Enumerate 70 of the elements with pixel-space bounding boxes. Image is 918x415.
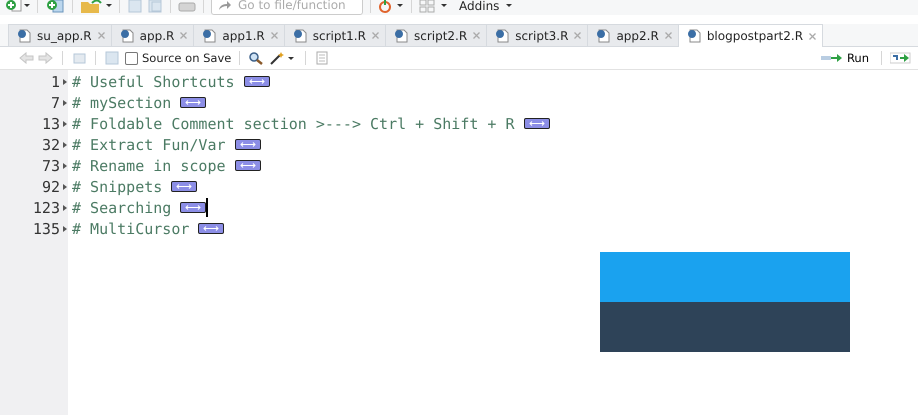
r-file-icon (120, 28, 134, 42)
fold-marker-icon[interactable] (524, 118, 550, 129)
tab-label: script1.R (312, 28, 366, 42)
code-comment: # Useful Shortcuts (72, 72, 235, 90)
tab-label: app1.R (222, 28, 265, 42)
tab-label: script3.R (515, 28, 568, 42)
tab-label: script2.R (414, 28, 468, 42)
code-comment: # mySection (72, 94, 172, 112)
rerun-icon[interactable] (890, 52, 912, 64)
code-comment: # Rename in scope (72, 156, 226, 174)
file-tab[interactable]: script3.R (486, 24, 588, 46)
line-number: 1 (50, 72, 60, 90)
file-tab[interactable]: su_app.R (8, 24, 112, 46)
code-comment: # MultiCursor (72, 220, 190, 238)
search-icon[interactable] (248, 51, 264, 65)
fold-arrow-icon[interactable] (63, 100, 67, 106)
tab-label: blogpostpart2.R (706, 29, 804, 43)
fold-marker-icon[interactable] (244, 76, 270, 87)
fold-arrow-icon[interactable] (63, 162, 67, 168)
r-file-icon (292, 28, 307, 42)
tab-label: su_app.R (37, 28, 92, 42)
r-file-icon (202, 28, 216, 42)
code-comment: # Extract Fun/Var (72, 136, 226, 154)
fold-marker-icon[interactable] (171, 181, 198, 192)
go-to-file-field[interactable]: Go to file/function (211, 0, 363, 15)
code-comment: # Foldable Comment section >---> Ctrl + Shift + R (72, 114, 515, 132)
fold-arrow-icon[interactable] (63, 204, 67, 210)
line-number: 135 (32, 220, 60, 238)
run-button[interactable]: Run (816, 51, 873, 65)
fold-marker-icon[interactable] (198, 223, 224, 234)
file-tab[interactable]: blogpostpart2.R (678, 24, 824, 47)
r-file-icon (495, 28, 510, 42)
fold-arrow-icon[interactable] (63, 226, 67, 232)
checkbox[interactable] (125, 52, 138, 64)
caret-icon (505, 3, 514, 9)
tab-label: app.R (140, 28, 174, 42)
file-tab[interactable]: app.R (110, 24, 194, 46)
line-number: 73 (42, 156, 60, 174)
source-on-save-checkbox[interactable]: Source on Save (125, 51, 232, 65)
file-tab[interactable]: script1.R (284, 24, 386, 46)
line-number: 123 (32, 198, 60, 216)
code-comment: # Searching (72, 198, 172, 216)
fold-arrow-icon[interactable] (63, 142, 67, 148)
line-number: 32 (42, 136, 60, 154)
r-file-icon (686, 29, 701, 43)
new-project-icon[interactable] (45, 0, 65, 13)
tab-label: app2.R (616, 28, 659, 42)
arrow-icon (218, 0, 232, 11)
fold-arrow-icon[interactable] (63, 184, 67, 190)
file-tab[interactable]: app1.R (193, 24, 285, 46)
line-number: 7 (50, 94, 60, 112)
file-tab[interactable]: script2.R (384, 24, 488, 46)
fold-marker-icon[interactable] (234, 160, 261, 171)
fold-marker-icon[interactable] (180, 202, 206, 213)
r-file-icon (394, 28, 408, 42)
line-number: 13 (42, 114, 60, 132)
arrow-icon (820, 53, 843, 63)
r-file-icon (596, 28, 610, 42)
checkbox-label: Source on Save (142, 51, 232, 65)
fold-arrow-icon[interactable] (63, 120, 67, 126)
addins-menu[interactable]: Addins (455, 0, 518, 13)
r-file-icon (17, 28, 31, 42)
line-number: 92 (42, 178, 60, 196)
fold-marker-icon[interactable] (180, 97, 206, 108)
fold-marker-icon[interactable] (234, 139, 261, 150)
code-comment: # Snippets (72, 178, 162, 196)
fold-arrow-icon[interactable] (63, 78, 67, 84)
new-file-icon[interactable] (4, 0, 30, 13)
file-tab[interactable]: app2.R (587, 24, 679, 46)
open-folder-icon[interactable] (80, 0, 112, 13)
